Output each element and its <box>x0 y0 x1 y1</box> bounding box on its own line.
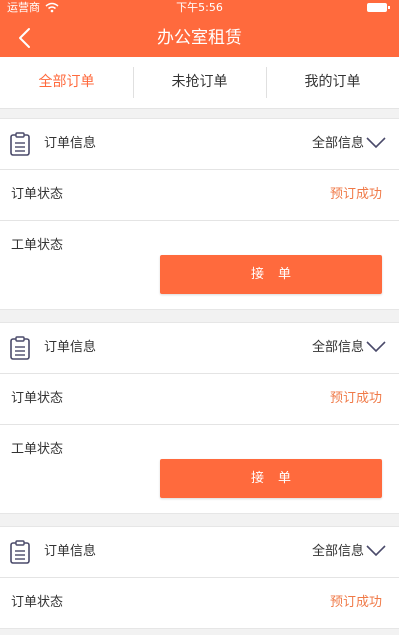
document-icon <box>10 336 30 360</box>
status-time: 下午5:56 <box>176 1 223 14</box>
accept-order-button[interactable]: 接单 <box>160 255 382 294</box>
back-icon[interactable] <box>14 26 36 50</box>
work-status-row: 工单状态 接单 <box>0 425 399 513</box>
status-bar: 运营商 下午5:56 <box>0 0 399 15</box>
order-card: 订单信息 全部信息 订单状态 预订成功 工单状态 接单 <box>0 118 399 310</box>
tab-all-orders[interactable]: 全部订单 <box>0 57 133 108</box>
chevron-down-icon[interactable] <box>366 136 386 150</box>
tab-unclaimed-orders[interactable]: 未抢订单 <box>133 57 266 108</box>
nav-bar: 办公室租赁 <box>0 20 399 57</box>
work-status-label: 工单状态 <box>11 442 64 457</box>
order-status-row: 订单状态 预订成功 <box>0 170 399 221</box>
work-status-row: 工单状态 接单 <box>0 221 399 309</box>
tab-my-orders[interactable]: 我的订单 <box>266 57 399 108</box>
document-icon <box>10 540 30 564</box>
order-status-value: 预订成功 <box>329 595 382 610</box>
order-info-row[interactable]: 订单信息 全部信息 <box>0 119 399 170</box>
order-status-row: 订单状态 预订成功 <box>0 374 399 425</box>
order-info-row[interactable]: 订单信息 全部信息 <box>0 527 399 578</box>
order-status-label: 订单状态 <box>11 391 64 406</box>
all-info-label: 全部信息 <box>311 544 364 559</box>
order-status-label: 订单状态 <box>11 187 64 202</box>
all-info-label: 全部信息 <box>311 136 364 151</box>
order-info-label: 订单信息 <box>44 340 97 355</box>
accept-order-button[interactable]: 接单 <box>160 459 382 498</box>
order-info-label: 订单信息 <box>44 544 97 559</box>
order-info-row[interactable]: 订单信息 全部信息 <box>0 323 399 374</box>
all-info-label: 全部信息 <box>311 340 364 355</box>
work-status-label: 工单状态 <box>11 238 64 253</box>
order-status-value: 预订成功 <box>329 187 382 202</box>
order-status-row: 订单状态 预订成功 <box>0 578 399 628</box>
chevron-down-icon[interactable] <box>366 340 386 354</box>
order-card: 订单信息 全部信息 订单状态 预订成功 <box>0 526 399 629</box>
order-status-label: 订单状态 <box>11 595 64 610</box>
page-title: 办公室租赁 <box>157 28 242 48</box>
document-icon <box>10 132 30 156</box>
header: 运营商 下午5:56 办公室租赁 <box>0 0 399 57</box>
order-info-label: 订单信息 <box>44 136 97 151</box>
chevron-down-icon[interactable] <box>366 544 386 558</box>
battery-icon <box>367 3 390 12</box>
order-status-value: 预订成功 <box>329 391 382 406</box>
order-card: 订单信息 全部信息 订单状态 预订成功 工单状态 接单 <box>0 322 399 514</box>
tab-bar: 全部订单 未抢订单 我的订单 <box>0 57 399 109</box>
